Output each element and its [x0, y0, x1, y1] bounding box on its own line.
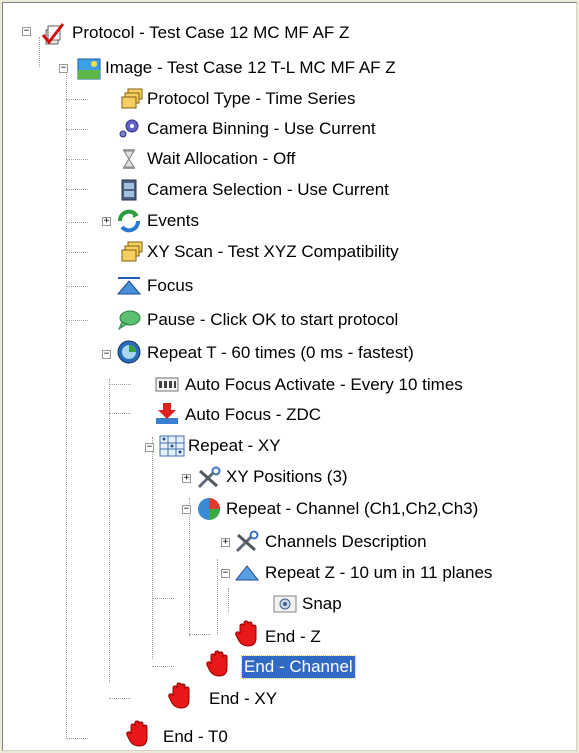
tree-line: [109, 384, 131, 385]
speech-bubble-icon: [116, 307, 142, 333]
tree-line: [66, 67, 67, 739]
tree-line: [66, 252, 88, 253]
tree-node-label[interactable]: Camera Selection - Use Current: [145, 179, 391, 201]
stacked-folders-icon: [119, 239, 145, 265]
tree-node-label[interactable]: Auto Focus Activate - Every 10 times: [183, 374, 465, 396]
tree-line: [109, 413, 131, 414]
tools-icon: [234, 529, 260, 555]
collapse-toggle[interactable]: −: [102, 350, 111, 359]
tree-line: [217, 559, 218, 635]
tree-node-label[interactable]: Auto Focus - ZDC: [183, 404, 323, 426]
collapse-toggle[interactable]: −: [59, 64, 68, 73]
stop-hand-icon: [205, 650, 231, 677]
tree-node-label[interactable]: Repeat - XY: [186, 435, 283, 457]
protocol-checkmark-icon: [40, 21, 66, 47]
stop-hand-icon: [125, 720, 151, 747]
tree-node-label[interactable]: Repeat T - 60 times (0 ms - fastest): [145, 342, 416, 364]
tree-line: [152, 598, 174, 599]
tree-node-label[interactable]: End - T0: [161, 726, 230, 748]
tree-node-label[interactable]: XY Scan - Test XYZ Compatibility: [145, 241, 401, 263]
tree-node-label[interactable]: Channels Description: [263, 531, 429, 553]
expand-toggle[interactable]: +: [221, 538, 230, 547]
counter-icon: [154, 372, 180, 398]
tree-node-label[interactable]: Pause - Click OK to start protocol: [145, 309, 400, 331]
collapse-toggle[interactable]: −: [221, 569, 230, 578]
tree-node-label[interactable]: Snap: [300, 593, 344, 615]
tree-node-label[interactable]: Wait Allocation - Off: [145, 148, 297, 170]
stacked-folders-icon: [119, 86, 145, 112]
tree-node-label-selected[interactable]: End - Channel: [241, 655, 356, 679]
xy-grid-icon: [159, 433, 185, 459]
camera-binning-gear-icon: [116, 116, 142, 142]
tree-line: [66, 159, 88, 160]
tree-node-label[interactable]: Focus: [145, 275, 195, 297]
z-triangle-icon: [234, 560, 260, 586]
autofocus-arrow-icon: [154, 401, 180, 427]
tree-node-label[interactable]: Protocol - Test Case 12 MC MF AF Z: [70, 22, 351, 44]
tree-node-label[interactable]: Image - Test Case 12 T-L MC MF AF Z: [103, 57, 398, 79]
tree-node-label[interactable]: Protocol Type - Time Series: [145, 88, 358, 110]
film-camera-icon: [116, 177, 142, 203]
tree-line: [66, 129, 88, 130]
protocol-tree-view[interactable]: − − + − − + − + − Protocol - Test Case 1…: [2, 2, 577, 751]
clock-icon: [116, 339, 142, 365]
tree-line: [189, 634, 211, 635]
tree-line: [66, 286, 88, 287]
focus-triangle-icon: [116, 273, 142, 299]
tree-line: [66, 189, 88, 190]
tree-line: [228, 588, 229, 612]
tree-line: [152, 666, 174, 667]
collapse-toggle[interactable]: −: [182, 505, 191, 514]
stop-hand-icon: [167, 682, 193, 709]
stop-hand-icon: [234, 620, 260, 647]
tree-line: [66, 99, 88, 100]
tree-node-label[interactable]: Events: [145, 210, 201, 232]
snap-camera-icon: [272, 591, 298, 617]
tree-node-label[interactable]: End - Z: [263, 626, 323, 648]
tree-line: [66, 738, 88, 739]
tree-line: [109, 379, 110, 683]
collapse-toggle[interactable]: −: [22, 27, 31, 36]
tree-line: [66, 222, 88, 223]
tree-node-label[interactable]: Camera Binning - Use Current: [145, 118, 378, 140]
image-landscape-icon: [76, 56, 102, 82]
expand-toggle[interactable]: +: [182, 474, 191, 483]
tree-node-label[interactable]: Repeat Z - 10 um in 11 planes: [263, 562, 494, 584]
hourglass-icon: [116, 146, 142, 172]
tree-node-label[interactable]: XY Positions (3): [224, 466, 350, 488]
collapse-toggle[interactable]: −: [145, 443, 154, 452]
tree-line: [109, 698, 131, 699]
tree-line: [66, 320, 88, 321]
tools-icon: [196, 465, 222, 491]
tree-line: [152, 437, 153, 659]
tree-node-label[interactable]: End - XY: [207, 688, 279, 710]
channel-pie-icon: [196, 496, 222, 522]
expand-toggle[interactable]: +: [102, 217, 111, 226]
events-refresh-icon: [116, 208, 142, 234]
tree-node-label[interactable]: Repeat - Channel (Ch1,Ch2,Ch3): [224, 498, 480, 520]
tree-line: [189, 498, 190, 636]
